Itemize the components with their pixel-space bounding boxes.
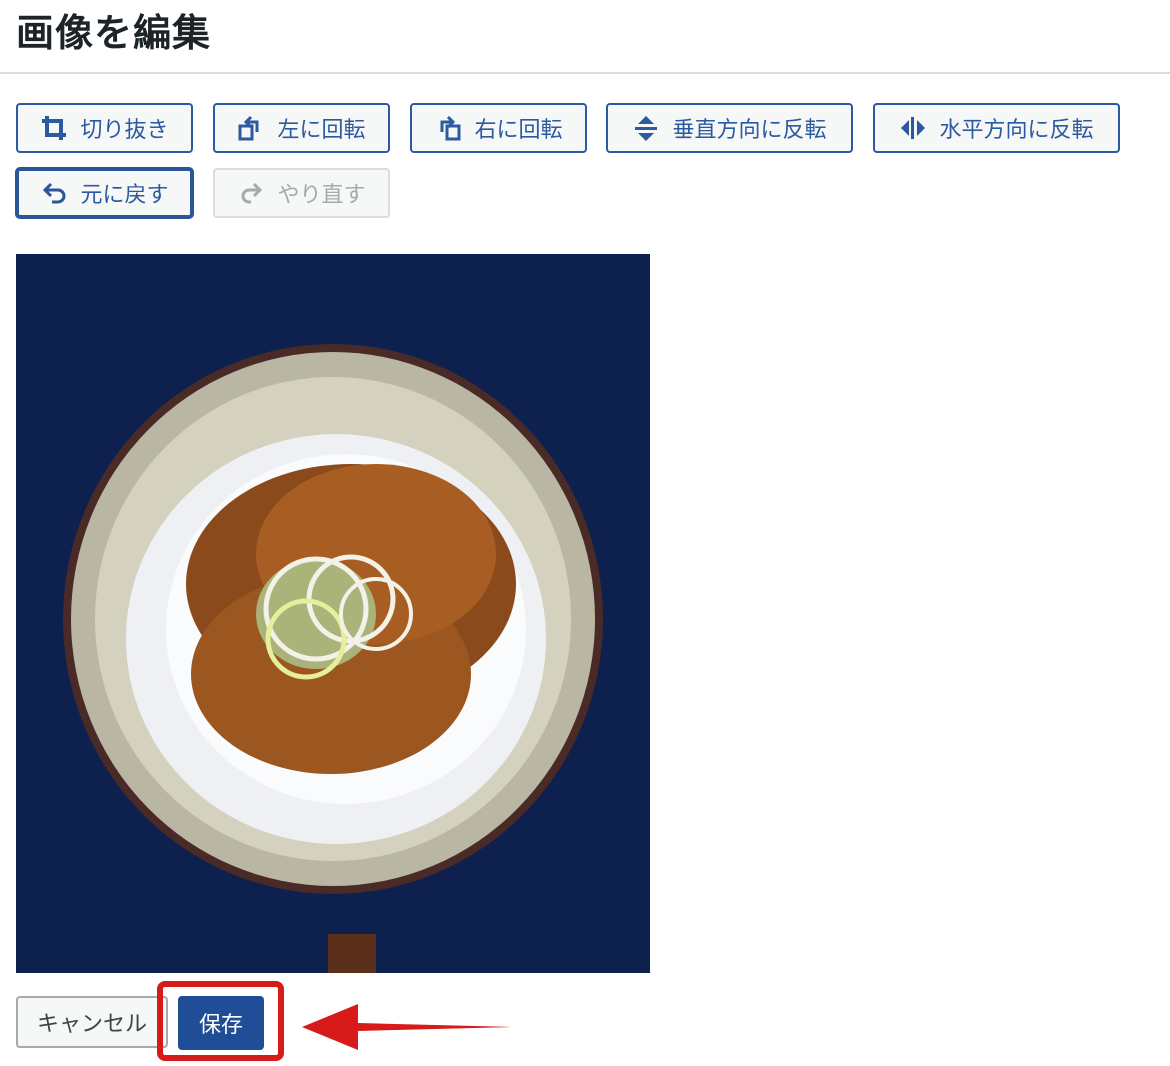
flip-vertical-button[interactable]: 垂直方向に反転 [606, 103, 853, 153]
flip-vertical-icon [632, 114, 660, 142]
flip-vertical-label: 垂直方向に反転 [672, 118, 827, 143]
undo-icon [40, 179, 68, 207]
crop-icon [40, 114, 68, 142]
edited-image [16, 254, 650, 973]
rotate-right-label: 右に回転 [474, 118, 563, 143]
rotate-left-icon [237, 114, 265, 142]
redo-label: やり直す [277, 183, 366, 208]
flip-horizontal-label: 水平方向に反転 [939, 118, 1094, 143]
undo-button[interactable]: 元に戻す [16, 168, 193, 218]
redo-icon [237, 179, 265, 207]
rotate-left-button[interactable]: 左に回転 [213, 103, 390, 153]
rotate-right-icon [434, 114, 462, 142]
redo-button[interactable]: やり直す [213, 168, 390, 218]
natto-bowl-illustration [16, 254, 650, 973]
pointer-arrow-icon [302, 1004, 512, 1050]
rotate-left-label: 左に回転 [277, 118, 366, 143]
flip-horizontal-icon [899, 114, 927, 142]
undo-label: 元に戻す [80, 183, 169, 208]
crop-button[interactable]: 切り抜き [16, 103, 193, 153]
flip-horizontal-button[interactable]: 水平方向に反転 [873, 103, 1120, 153]
save-highlight-box [157, 981, 284, 1061]
title-divider [0, 72, 1170, 74]
page-title: 画像を編集 [16, 11, 212, 55]
cancel-button[interactable]: キャンセル [16, 996, 168, 1048]
crop-label: 切り抜き [80, 118, 169, 143]
rotate-right-button[interactable]: 右に回転 [410, 103, 587, 153]
